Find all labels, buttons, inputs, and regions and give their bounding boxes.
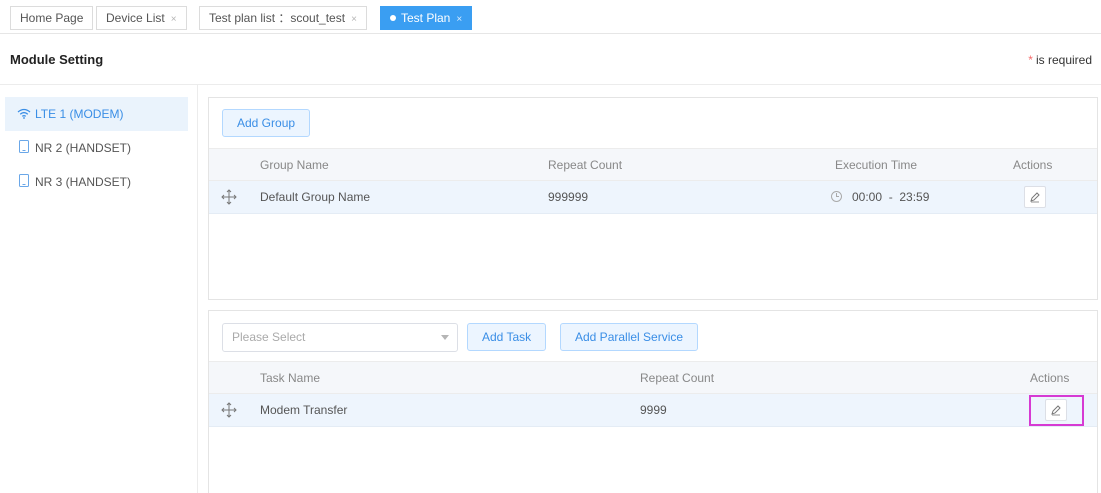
edit-group-button[interactable] [1024,186,1046,208]
close-icon[interactable]: × [171,14,177,25]
column-header-actions: Actions [1013,158,1053,172]
group-name-cell: Default Group Name [260,190,371,204]
group-table-header: Group Name Repeat Count Execution Time A… [209,148,1097,181]
repeat-count-cell: 999999 [548,190,589,204]
task-name-cell: Modem Transfer [260,403,348,417]
column-header-repeat-count: Repeat Count [548,158,623,172]
add-parallel-service-button[interactable]: Add Parallel Service [560,323,699,351]
handset-icon [17,132,31,166]
time-separator: - [888,190,893,204]
edit-pencil-icon [1051,405,1061,416]
tab-test-plan[interactable]: Test Plan × [380,6,473,30]
module-label: NR 2 (HANDSET) [35,141,132,155]
required-note: * is required [1028,53,1092,67]
close-icon[interactable]: × [351,14,357,25]
divider [0,84,1101,85]
active-dot-icon [390,15,396,21]
tab-bar: Home Page Device List × Test plan list ：s… [0,0,1101,34]
module-item-nr-2[interactable]: NR 2 (HANDSET) [5,131,188,165]
time-start: 00:00 [852,190,883,204]
column-header-task-name: Task Name [260,371,321,385]
required-text: is required [1035,53,1092,67]
module-item-nr-3[interactable]: NR 3 (HANDSET) [5,165,188,199]
clock-icon [831,191,842,202]
task-panel: Please Select Add Task Add Parallel Serv… [208,310,1098,493]
edit-task-button[interactable] [1045,399,1067,421]
task-type-select[interactable]: Please Select [222,323,458,352]
handset-icon [17,166,31,200]
tab-label: Test Plan [401,11,451,25]
caret-down-icon [441,335,449,340]
tab-label: Device List [106,11,165,25]
module-list: LTE 1 (MODEM) NR 2 (HANDSET) NR 3 (HANDS… [5,97,188,199]
add-task-button[interactable]: Add Task [467,323,547,351]
move-handle-icon[interactable] [221,189,237,205]
close-icon[interactable]: × [456,14,462,25]
required-star: * [1028,53,1033,67]
table-row: Default Group Name 999999 00:00 - 23:59 [209,181,1097,214]
column-header-execution-time: Execution Time [835,158,918,172]
column-header-group-name: Group Name [260,158,329,172]
divider [197,85,198,493]
edit-pencil-icon [1030,192,1040,203]
table-row: Modem Transfer 9999 [209,394,1097,427]
add-group-button[interactable]: Add Group [222,109,311,137]
page-title: Module Setting [10,52,104,67]
task-table-header: Task Name Repeat Count Actions [209,361,1097,394]
module-label: LTE 1 (MODEM) [35,107,124,121]
select-placeholder: Please Select [232,330,306,344]
move-handle-icon[interactable] [221,402,237,418]
tab-home-page[interactable]: Home Page [10,6,94,30]
module-item-lte-1[interactable]: LTE 1 (MODEM) [5,97,188,131]
group-panel: Add Group Group Name Repeat Count Execut… [208,97,1098,300]
repeat-count-cell: 9999 [640,403,667,417]
tab-label: Home Page [20,11,84,25]
execution-time-cell: 00:00 - 23:59 [831,181,929,213]
tab-label: Test plan list ：scout_test [209,11,346,25]
wifi-icon [17,98,31,132]
tab-test-plan-list[interactable]: Test plan list ：scout_test × [199,6,367,30]
column-header-repeat-count: Repeat Count [640,371,715,385]
module-label: NR 3 (HANDSET) [35,175,132,189]
tab-device-list[interactable]: Device List × [96,6,187,30]
column-header-actions: Actions [1030,371,1070,385]
time-end: 23:59 [899,190,930,204]
